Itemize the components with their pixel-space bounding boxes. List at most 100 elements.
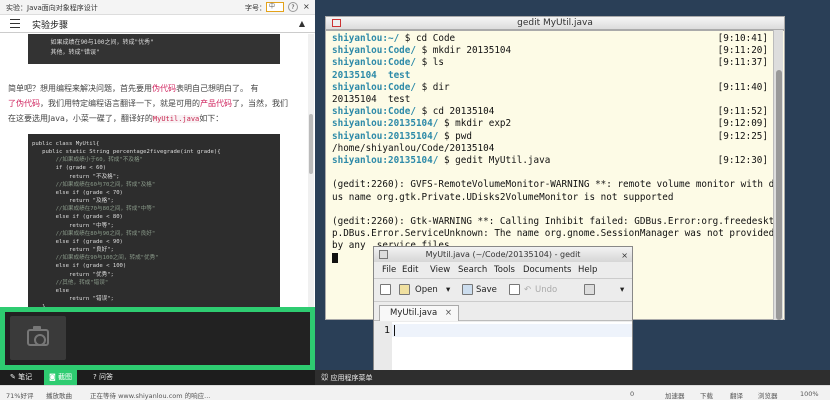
terminal-output: us name org.gtk.Private.UDisks2VolumeMon… (332, 191, 674, 203)
status-count: 0 (630, 390, 635, 398)
bottom-tabs: ✎ 笔记 ◙ 截图 ? 问答 (0, 370, 315, 385)
content-scrollbar[interactable] (308, 34, 314, 307)
terminal-output: 20135104 test (332, 69, 411, 81)
document-tab[interactable]: MyUtil.java × (379, 305, 459, 321)
document-tab-label: MyUtil.java (390, 308, 438, 318)
code-line: //其他，转成"错误" (32, 279, 109, 286)
gedit-title: MyUtil.java (~/Code/20135104) - gedit (425, 250, 581, 259)
undo-icon[interactable]: ↶ (524, 285, 531, 295)
terminal-line: (gedit:2260): Gtk-WARNING **: Calling In… (332, 216, 780, 228)
toolbar-overflow-icon[interactable]: ▾ (620, 285, 624, 295)
status-download[interactable]: 下载 (700, 390, 713, 400)
terminal-cursor (332, 252, 338, 267)
code-line: return "错误"; (32, 295, 114, 302)
terminal-output: p.DBus.Error.ServiceUnknown: The name or… (332, 228, 775, 240)
terminal-output: (gedit:2260): GVFS-RemoteVolumeMonitor-W… (332, 179, 780, 191)
terminal-output: /home/shiyanlou/Code/20135104 (332, 142, 495, 154)
menu-help[interactable]: Help (578, 265, 597, 275)
terminal-prompt: shiyanlou:~/ (332, 33, 400, 44)
code-line: //如果成绩在90与100之间，转成"优秀" (32, 255, 159, 262)
terminal-line: us name org.gtk.Private.UDisks2VolumeMon… (332, 192, 673, 204)
close-icon[interactable]: × (303, 2, 310, 11)
save-icon[interactable] (462, 284, 473, 295)
menu-search[interactable]: Search (458, 265, 487, 275)
status-browser[interactable]: 浏览器 (758, 390, 778, 400)
terminal-command: $ pwd (438, 130, 472, 142)
gedit-titlebar[interactable]: MyUtil.java (~/Code/20135104) - gedit × (374, 247, 632, 262)
browser-statusbar: 71%好评 播放歌曲 正在等待 www.shiyanlou.com 的响应...… (0, 385, 830, 400)
terminal-prompt: shiyanlou:Code/ (332, 57, 416, 69)
gedit-editor[interactable]: 1 (374, 322, 632, 370)
undo-button[interactable]: Undo (535, 285, 557, 295)
menu-icon[interactable] (10, 19, 20, 28)
help-icon[interactable]: ? (288, 2, 298, 12)
step-bar: 实验步骤 ▲ (0, 15, 315, 33)
menu-edit[interactable]: Edit (402, 265, 418, 275)
terminal-line: shiyanlou:Code/ $ dir (332, 82, 450, 94)
open-button[interactable]: Open (415, 285, 438, 295)
menu-view[interactable]: View (430, 265, 450, 275)
terminal-timestamp: [9:12:25] (717, 130, 768, 142)
tab-qa[interactable]: ? 问答 (88, 370, 118, 385)
tab-screenshot[interactable]: ◙ 截图 (44, 370, 78, 385)
step-title[interactable]: 实验步骤 (32, 18, 68, 31)
chevron-up-icon[interactable]: ▲ (299, 19, 305, 28)
terminal-timestamp: [9:11:20] (717, 45, 768, 57)
code-line: //如果成绩在70与80之间，转成"中等" (32, 206, 156, 213)
lab-title: 实验：Java面向对象程序设计 (6, 4, 98, 12)
save-button[interactable]: Save (476, 285, 497, 295)
menu-file[interactable]: File (382, 265, 396, 275)
terminal-prompt: shiyanlou:Code/ (332, 45, 416, 57)
font-size-select[interactable]: 中 (266, 2, 284, 12)
code-line: else if (grade < 70) (32, 189, 123, 196)
status-translate[interactable]: 翻译 (730, 390, 743, 400)
menu-tools[interactable]: Tools (494, 265, 515, 275)
terminal-timestamp: [9:10:41] (717, 33, 768, 44)
terminal-line: shiyanlou:20135104/ $ gedit MyUtil.java (332, 155, 550, 167)
gedit-close-icon[interactable]: × (621, 248, 628, 263)
status-loading: 正在等待 www.shiyanlou.com 的响应... (90, 392, 211, 400)
terminal-line: shiyanlou:Code/ $ ls (332, 57, 444, 69)
code-line: public class MyUtil{ (32, 141, 100, 147)
status-music[interactable]: 播放歌曲 (46, 390, 72, 400)
code-line: //如果成绩在60与70之间，转成"及格" (32, 181, 156, 188)
lab-content: 如果成绩在90与100之间，转成"优秀" 其他，转成"错误" 简单吧？想用编程来… (0, 34, 315, 307)
terminal-titlebar[interactable]: gedit MyUtil.java (325, 16, 785, 30)
new-file-icon[interactable] (380, 284, 391, 295)
code-line: else if (grade < 90) (32, 238, 123, 245)
print-icon[interactable] (509, 284, 520, 295)
terminal-line: shiyanlou:Code/ $ cd 20135104 (332, 106, 494, 118)
gedit-window[interactable]: MyUtil.java (~/Code/20135104) - gedit × … (373, 246, 633, 370)
terminal-timestamp: [9:12:30] (717, 155, 768, 166)
terminal-prompt: shiyanlou:20135104/ (332, 130, 439, 142)
code-line: else if (grade < 100) (32, 263, 127, 270)
lab-header: 实验：Java面向对象程序设计 字号： 中 ? × (0, 0, 315, 15)
code-line: else if (grade < 80) (32, 214, 123, 221)
camera-icon[interactable] (10, 316, 66, 360)
terminal-prompt: shiyanlou:Code/ (332, 106, 416, 118)
terminal-prompt: shiyanlou:20135104/ (332, 118, 439, 130)
terminal-scrollbar[interactable] (773, 30, 783, 320)
tab-close-icon[interactable]: × (445, 306, 452, 320)
terminal-command: $ dir (415, 81, 450, 93)
applications-menu[interactable]: 🐭 应用程序菜单 (321, 373, 373, 383)
terminal-command: $ mkdir 20135104 (415, 45, 512, 57)
menu-documents[interactable]: Documents (523, 265, 571, 275)
terminal-command: $ cd 20135104 (415, 106, 495, 118)
status-zoom[interactable]: 100% (800, 390, 819, 398)
status-accelerator[interactable]: 加速器 (665, 390, 685, 400)
redo-icon[interactable] (584, 284, 595, 295)
terminal-prompt: shiyanlou:Code/ (332, 81, 416, 93)
terminal-title: gedit MyUtil.java (517, 18, 593, 28)
tab-notes[interactable]: ✎ 笔记 (5, 370, 37, 385)
status-rating[interactable]: 71%好评 (6, 390, 33, 400)
code-line: return "不及格"; (32, 173, 120, 180)
open-folder-icon[interactable] (399, 284, 410, 295)
open-dropdown-icon[interactable]: ▾ (446, 285, 450, 295)
font-size-label: 字号： (245, 4, 266, 12)
terminal-command: $ mkdir exp2 (438, 118, 512, 130)
text-caret (394, 325, 395, 336)
lab-panel: 实验：Java面向对象程序设计 字号： 中 ? × 实验步骤 ▲ 如果成绩在90… (0, 0, 315, 400)
instruction-text: 简单吧？想用编程来解决问题，首先要用伪代码表明自己想明白了。 有 了伪代码，我们… (8, 84, 288, 123)
gedit-toolbar: Open ▾ Save ↶ Undo ▾ (374, 278, 632, 302)
